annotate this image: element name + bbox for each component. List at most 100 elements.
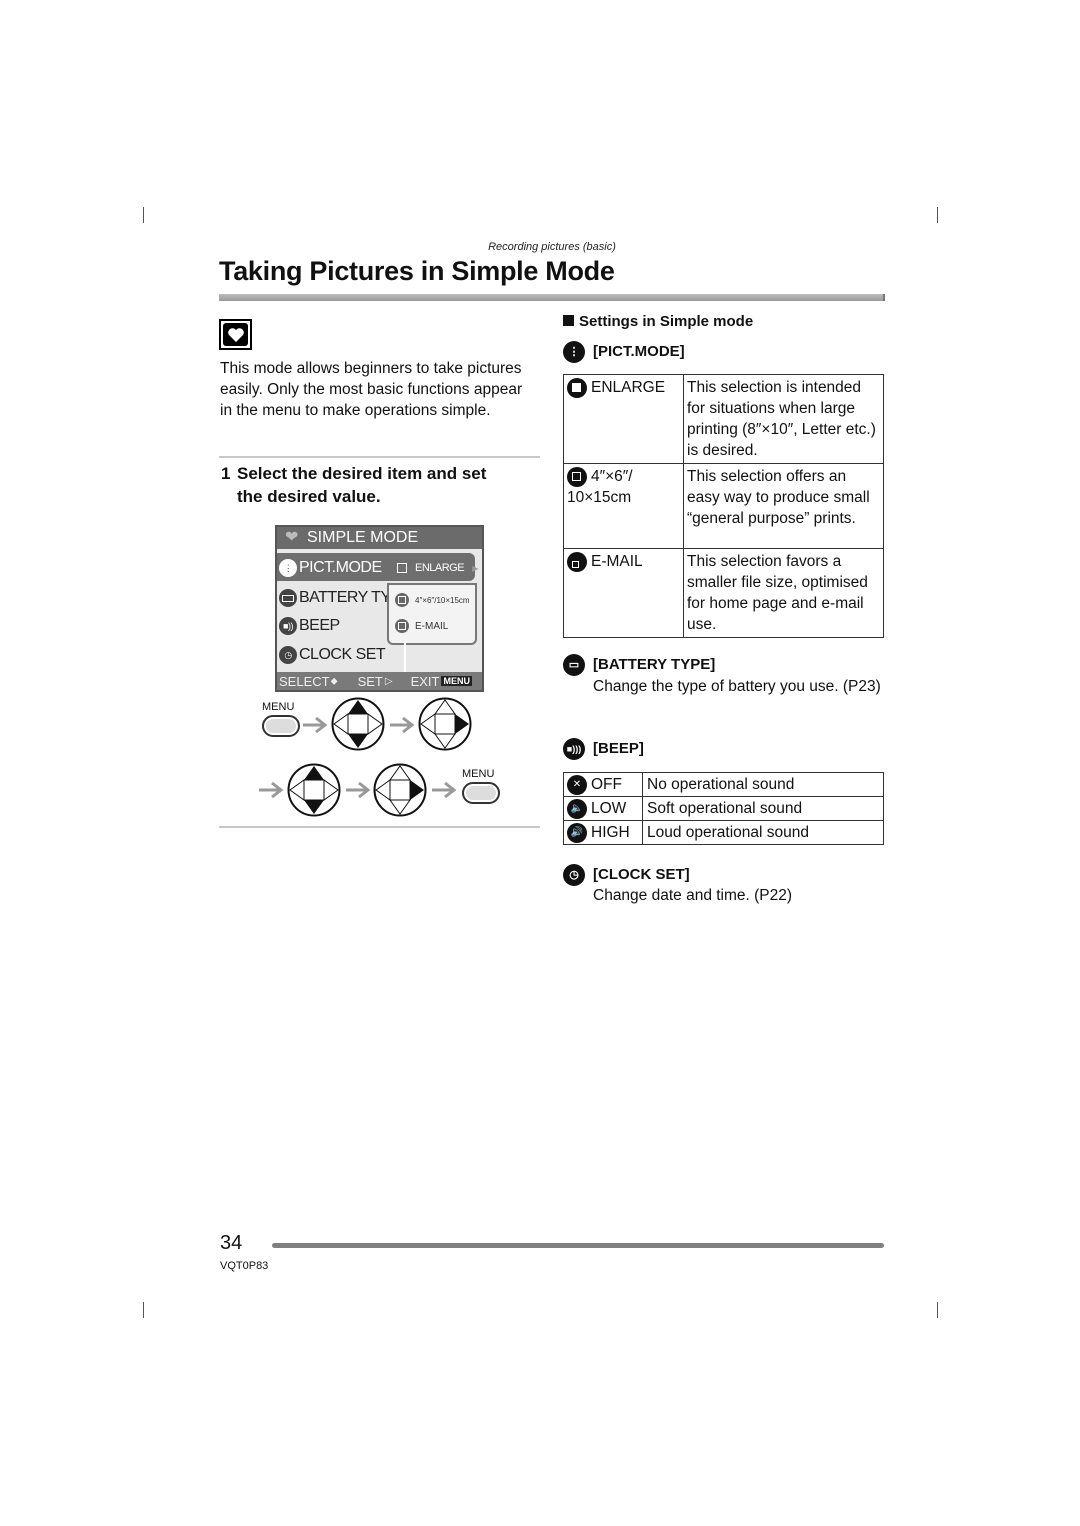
sound-high-icon: 🔊: [567, 822, 587, 843]
section-title-text: Settings in Simple mode: [579, 313, 754, 330]
size-4x6-icon: [395, 593, 409, 607]
option-label: ENLARGE: [415, 562, 465, 574]
table-row: ✕ OFF No operational sound: [563, 772, 884, 797]
option-cell: 4″×6″/ 10×15cm: [563, 463, 684, 549]
simple-mode-heart-icon: [219, 319, 252, 350]
table-row: 🔊 HIGH Loud operational sound: [563, 820, 884, 845]
table-row: 4″×6″/ 10×15cm This selection offers an …: [563, 463, 884, 549]
beep-icon: ■))): [563, 738, 585, 760]
arrow-right-icon: [346, 781, 371, 799]
sound-low-icon: 🔈: [567, 798, 587, 819]
heading-text: [CLOCK SET]: [593, 865, 690, 883]
crop-mark: [937, 1302, 938, 1318]
dpad-up-down-icon[interactable]: [287, 763, 341, 817]
clock-set-heading: ◷ [CLOCK SET]: [563, 864, 690, 886]
battery-type-heading: ▭ [BATTERY TYPE]: [563, 654, 715, 676]
lcd-item-clock-set[interactable]: ◷ CLOCK SET: [279, 642, 386, 668]
page-title: Taking Pictures in Simple Mode: [219, 256, 615, 286]
settings-section-title: Settings in Simple mode: [563, 313, 753, 330]
lcd-menu-screen: ❤ SIMPLE MODE ⋮ PICT.MODE BATTERY TY ■))…: [275, 525, 484, 692]
divider: [219, 456, 540, 458]
option-cell: ✕ OFF: [563, 772, 643, 797]
beep-heading: ■))) [BEEP]: [563, 738, 644, 760]
arrow-right-icon: [303, 716, 328, 734]
enlarge-icon: [397, 563, 407, 573]
right-triangle-icon: ▷: [384, 675, 393, 687]
heading-text: [BEEP]: [593, 739, 644, 757]
clock-set-description: Change date and time. (P22): [593, 887, 793, 904]
option-label: OFF: [591, 776, 622, 793]
intro-text: This mode allows beginners to take pictu…: [220, 360, 523, 419]
title-rule: [219, 294, 885, 301]
step-number: 1: [221, 464, 231, 483]
size-4x6-icon: [567, 466, 587, 487]
option-cell: 🔈 LOW: [563, 796, 643, 821]
menu-button[interactable]: [462, 782, 500, 804]
lcd-item-pict-mode[interactable]: ⋮ PICT.MODE: [279, 555, 382, 581]
lcd-option-4x6[interactable]: 4″×6″/10×15cm: [395, 593, 470, 607]
footer-set: SET: [357, 673, 383, 689]
option-label: LOW: [591, 800, 627, 817]
table-row: 🔈 LOW Soft operational sound: [563, 796, 884, 821]
menu-tag: MENU: [441, 676, 472, 686]
beep-table: ✕ OFF No operational sound 🔈 LOW Soft oper…: [563, 772, 884, 845]
battery-type-description: Change the type of battery you use. (P23…: [593, 678, 881, 695]
option-description: This selection favors a smaller file siz…: [683, 548, 884, 638]
pict-mode-heading: ⋮ [PICT.MODE]: [563, 341, 685, 363]
crop-mark: [143, 207, 144, 223]
menu-label: MENU: [462, 768, 495, 780]
heading-text: [PICT.MODE]: [593, 342, 685, 360]
step-text-line1: Select the desired item and set: [237, 464, 487, 483]
lcd-item-beep[interactable]: ■)) BEEP: [279, 613, 340, 639]
lcd-footer: SELECT ⬥ SET ▷ EXIT MENU: [277, 672, 482, 690]
footer-rule: [272, 1243, 884, 1248]
pict-mode-table: ENLARGE This selection is intended for s…: [563, 374, 884, 638]
pict-mode-icon: ⋮: [279, 559, 297, 577]
arrow-right-icon: ▶: [472, 563, 478, 573]
dpad-right-icon[interactable]: [418, 697, 472, 751]
step-1: 1 Select the desired item and set the des…: [221, 462, 531, 508]
lcd-divider: [404, 643, 406, 673]
menu-button[interactable]: [262, 715, 300, 737]
lcd-item-label: BEEP: [299, 617, 340, 634]
option-description: No operational sound: [642, 772, 884, 797]
lcd-option-email[interactable]: E-MAIL: [395, 619, 448, 633]
battery-icon: [279, 589, 297, 607]
heading-text: [BATTERY TYPE]: [593, 655, 716, 673]
beep-icon: ■)): [279, 617, 297, 635]
option-label: HIGH: [591, 824, 630, 841]
option-label: 4″×6″/10×15cm: [415, 595, 470, 605]
heart-icon: ❤: [285, 529, 299, 546]
clock-icon: ◷: [279, 646, 297, 664]
option-description: This selection offers an easy way to pro…: [683, 463, 884, 549]
footer-exit: EXIT: [410, 673, 440, 689]
email-size-icon: [395, 619, 409, 633]
menu-label: MENU: [262, 701, 295, 713]
lcd-option-enlarge[interactable]: ENLARGE ▶: [397, 555, 478, 581]
sound-off-icon: ✕: [567, 774, 587, 795]
option-description: Soft operational sound: [642, 796, 884, 821]
square-bullet-icon: [563, 315, 574, 326]
option-description: Loud operational sound: [642, 820, 884, 845]
lcd-item-battery-type[interactable]: BATTERY TY: [279, 585, 391, 611]
lcd-item-label: PICT.MODE: [299, 559, 382, 576]
table-row: ENLARGE This selection is intended for s…: [563, 374, 884, 464]
option-label: E-MAIL: [415, 620, 449, 632]
running-head: Recording pictures (basic): [488, 241, 616, 253]
crop-mark: [143, 1302, 144, 1318]
arrow-right-icon: [390, 716, 415, 734]
page-number: 34: [220, 1232, 243, 1254]
lcd-options-popup: 4″×6″/10×15cm E-MAIL: [387, 583, 477, 645]
up-down-icon: ⬥: [330, 675, 338, 687]
dpad-right-icon[interactable]: [373, 763, 427, 817]
enlarge-icon: [567, 377, 587, 398]
option-cell: 🔊 HIGH: [563, 820, 643, 845]
dpad-up-down-icon[interactable]: [331, 697, 385, 751]
clock-icon: ◷: [563, 864, 585, 886]
document-code: VQT0P83: [220, 1260, 269, 1272]
step-text-line2: the desired value.: [237, 487, 381, 506]
footer-select: SELECT: [279, 673, 330, 689]
lcd-item-label: BATTERY TY: [299, 589, 391, 606]
table-row: E-MAIL This selection favors a smaller f…: [563, 548, 884, 638]
option-cell: ENLARGE: [563, 374, 684, 464]
